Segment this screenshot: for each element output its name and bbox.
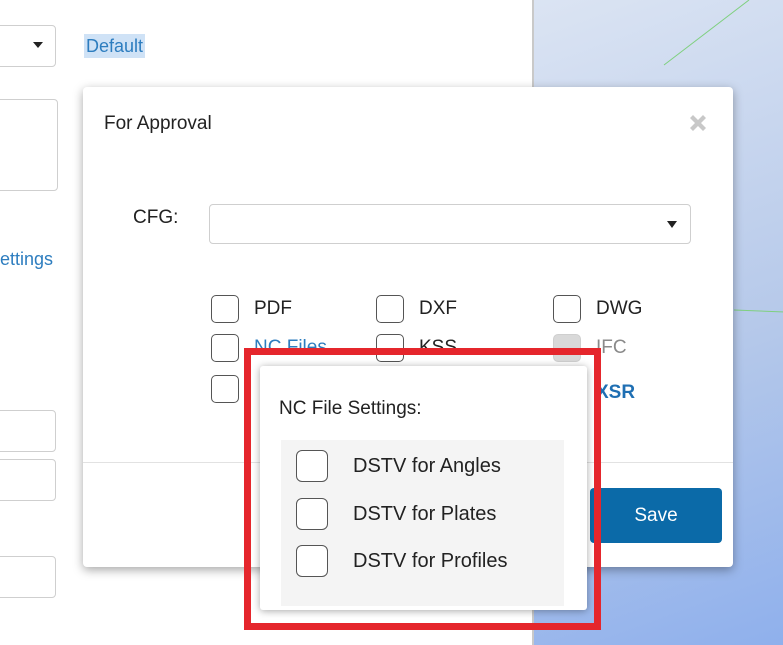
popover-title: NC File Settings: [279, 398, 422, 419]
background-dropdown[interactable] [0, 25, 56, 67]
dstv-angles-label: DSTV for Angles [353, 454, 501, 477]
dialog-title-input[interactable] [104, 107, 659, 141]
option-dstv-plates[interactable]: DSTV for Plates [296, 498, 496, 530]
option-nc-files[interactable]: NC Files [211, 334, 327, 362]
ifc-label: IFC [596, 337, 627, 358]
option-pdf[interactable]: PDF [211, 295, 292, 323]
background-input-3[interactable] [0, 556, 56, 598]
close-icon[interactable] [686, 111, 710, 135]
dstv-plates-label: DSTV for Plates [353, 502, 497, 525]
cfg-label: CFG: [133, 207, 179, 228]
option-kss[interactable]: KSS [376, 334, 457, 362]
nc-settings-list: DSTV for Angles DSTV for Plates DSTV for… [281, 440, 564, 606]
dstv-plates-checkbox[interactable] [296, 498, 328, 530]
nc-files-link[interactable]: NC Files [254, 337, 327, 359]
default-link[interactable]: Default [84, 34, 146, 58]
option-row3-a[interactable] [211, 375, 239, 403]
xsr-link[interactable]: XSR [596, 382, 635, 404]
kss-checkbox[interactable] [376, 334, 404, 362]
row3-checkbox[interactable] [211, 375, 239, 403]
kss-label: KSS [419, 337, 458, 358]
nc-file-settings-popover: NC File Settings: DSTV for Angles DSTV f… [260, 366, 587, 610]
ifc-checkbox [553, 334, 581, 362]
dxf-label: DXF [419, 298, 457, 319]
save-button[interactable]: Save [590, 488, 722, 543]
option-dxf[interactable]: DXF [376, 295, 457, 323]
chevron-down-icon [667, 221, 677, 228]
dxf-checkbox[interactable] [376, 295, 404, 323]
dstv-angles-checkbox[interactable] [296, 450, 328, 482]
pdf-checkbox[interactable] [211, 295, 239, 323]
pdf-label: PDF [254, 298, 292, 319]
chevron-down-icon [33, 42, 43, 48]
dwg-label: DWG [596, 298, 643, 319]
cfg-select[interactable] [209, 204, 691, 244]
dstv-profiles-label: DSTV for Profiles [353, 549, 508, 572]
option-ifc: IFC [553, 334, 627, 362]
settings-link[interactable]: ettings [0, 249, 53, 270]
nc-files-checkbox[interactable] [211, 334, 239, 362]
option-dwg[interactable]: DWG [553, 295, 642, 323]
background-textarea[interactable] [0, 99, 58, 191]
dwg-checkbox[interactable] [553, 295, 581, 323]
dstv-profiles-checkbox[interactable] [296, 545, 328, 577]
background-input-2[interactable] [0, 459, 56, 501]
option-dstv-profiles[interactable]: DSTV for Profiles [296, 545, 507, 577]
option-dstv-angles[interactable]: DSTV for Angles [296, 450, 501, 482]
background-input-1[interactable] [0, 410, 56, 452]
